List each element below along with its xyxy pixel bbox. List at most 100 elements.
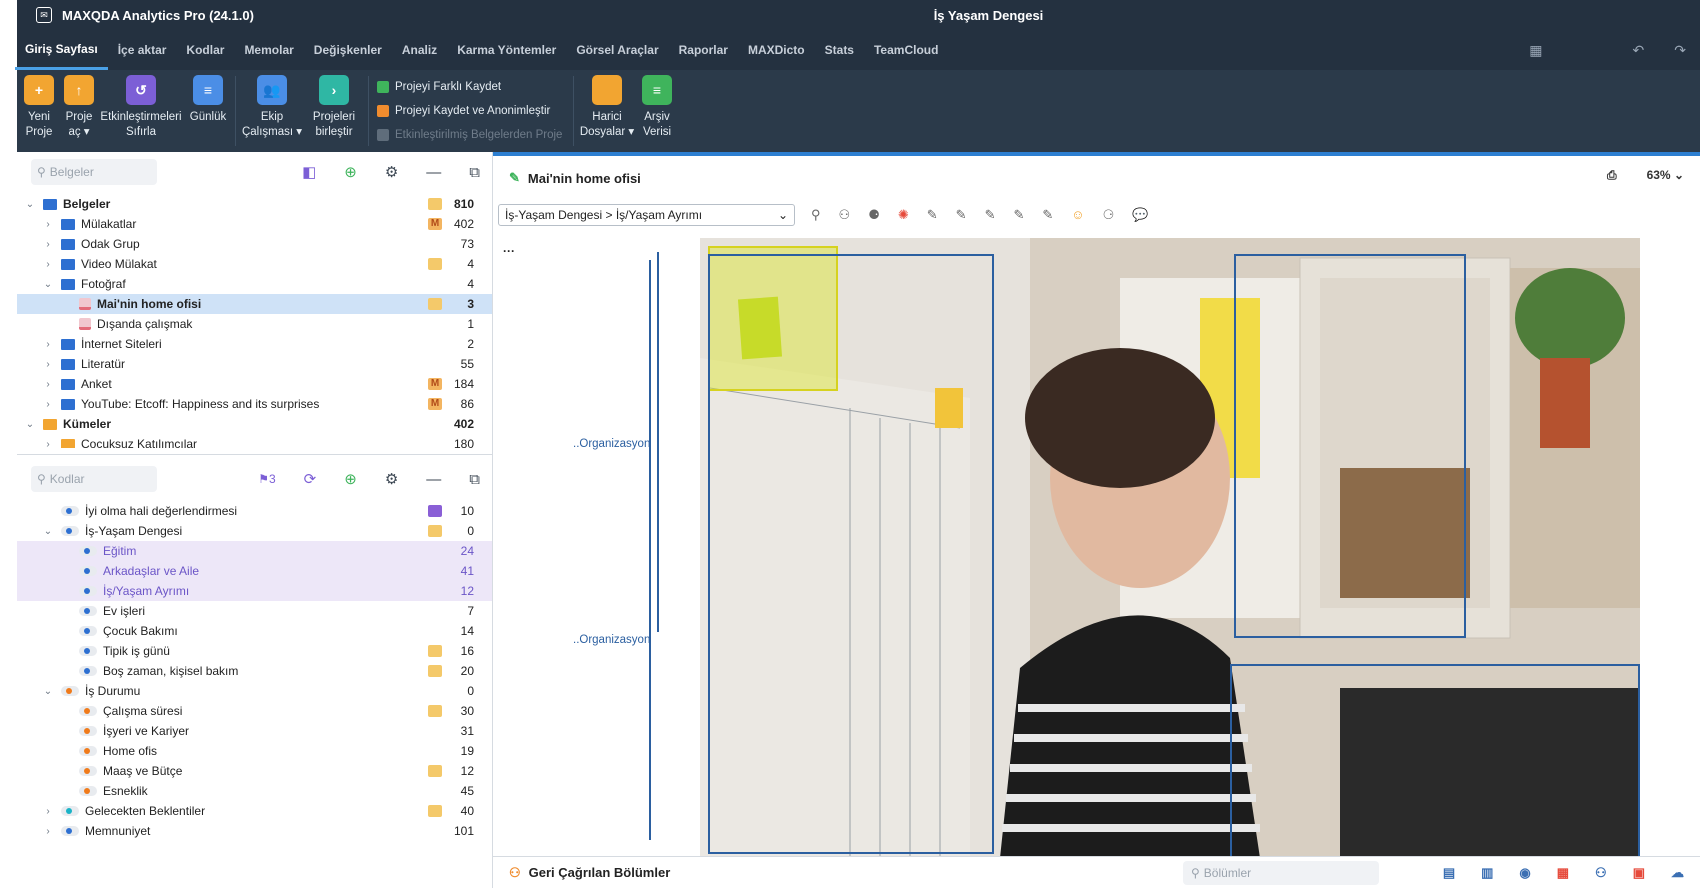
- segments-search[interactable]: ⚲ Bölümler: [1183, 860, 1379, 885]
- document-row[interactable]: ⌄ Kümeler 402: [17, 414, 492, 434]
- export-icon[interactable]: ▤: [1443, 865, 1455, 881]
- code-row[interactable]: İş/Yaşam Ayrımı 12: [17, 581, 492, 601]
- gear-icon[interactable]: ⚙: [385, 163, 398, 181]
- document-row[interactable]: Mai'nin home ofisi 3: [17, 294, 492, 314]
- undo-icon[interactable]: ↶: [1633, 42, 1645, 59]
- pen-icon[interactable]: ✎: [985, 207, 996, 223]
- calendar-icon[interactable]: ▦: [1529, 42, 1542, 59]
- expand-arrow-icon[interactable]: ⌄: [23, 199, 37, 210]
- external-files-button[interactable]: Harici Dosyalar ▾: [578, 70, 636, 140]
- tab-7[interactable]: Görsel Araçlar: [566, 30, 668, 70]
- print-icon[interactable]: ⎙: [1607, 168, 1617, 183]
- open-project-button[interactable]: ↑ Proje aç ▾: [61, 70, 97, 140]
- code-options-icon[interactable]: ⟳: [304, 470, 317, 488]
- tab-1[interactable]: İçe aktar: [108, 30, 177, 70]
- code-row[interactable]: Çalışma süresi 30: [17, 701, 492, 721]
- document-row[interactable]: › Odak Grup 73: [17, 234, 492, 254]
- coded-area-frame[interactable]: [1230, 664, 1640, 858]
- expand-arrow-icon[interactable]: ›: [41, 239, 55, 250]
- tab-3[interactable]: Memolar: [234, 30, 303, 70]
- uncode-icon[interactable]: ⚆: [1103, 207, 1115, 223]
- activated-codes-icon[interactable]: ⚑3: [258, 472, 275, 486]
- codes-search[interactable]: ⚲ Kodlar: [31, 466, 157, 492]
- document-row[interactable]: ⌄ Belgeler 810: [17, 194, 492, 214]
- document-row[interactable]: › Mülakatlar M 402: [17, 214, 492, 234]
- pen-icon[interactable]: ✎: [956, 207, 967, 223]
- segment-label[interactable]: ..Organizasyon: [573, 438, 650, 450]
- code-row[interactable]: ⌄ İş-Yaşam Dengesi 0: [17, 521, 492, 541]
- coded-area-frame[interactable]: [1234, 254, 1466, 638]
- minimize-icon[interactable]: —: [426, 471, 441, 488]
- emoji-icon[interactable]: ☺: [1071, 207, 1084, 223]
- document-row[interactable]: › Çocuksuz Katılımcılar 180: [17, 434, 492, 448]
- document-row[interactable]: › Literatür 55: [17, 354, 492, 374]
- tab-8[interactable]: Raporlar: [669, 30, 738, 70]
- code-row[interactable]: Eğitim 24: [17, 541, 492, 561]
- project-from-activated-button[interactable]: Etkinleştirilmiş Belgelerden Proje: [377, 125, 569, 145]
- reset-activations-button[interactable]: ↺ Etkinleştirmeleri Sıfırla: [97, 70, 185, 140]
- redo-icon[interactable]: ↷: [1674, 42, 1686, 59]
- pen-icon[interactable]: ✎: [1042, 207, 1053, 223]
- code-multi-icon[interactable]: ⚈: [868, 207, 880, 223]
- document-icon[interactable]: ▥: [1481, 865, 1493, 881]
- code-path-select[interactable]: İş-Yaşam Dengesi > İş/Yaşam Ayrımı ⌄: [498, 204, 795, 226]
- expand-arrow-icon[interactable]: ⌄: [41, 686, 55, 697]
- coded-area-frame[interactable]: [708, 254, 994, 854]
- code-row[interactable]: Arkadaşlar ve Aile 41: [17, 561, 492, 581]
- code-row[interactable]: Tipik iş günü 16: [17, 641, 492, 661]
- cloud-icon[interactable]: ☁: [1671, 865, 1684, 881]
- code-row[interactable]: İyi olma hali değerlendirmesi 10: [17, 501, 492, 521]
- expand-arrow-icon[interactable]: ›: [41, 339, 55, 350]
- tab-9[interactable]: MAXDicto: [738, 30, 815, 70]
- code-row[interactable]: Çocuk Bakımı 14: [17, 621, 492, 641]
- tab-0[interactable]: Giriş Sayfası: [15, 30, 108, 70]
- gear-icon[interactable]: ⚙: [385, 470, 398, 488]
- pen-icon[interactable]: ✎: [927, 207, 938, 223]
- zoom-select[interactable]: 63% ⌄: [1647, 168, 1684, 183]
- comment-icon[interactable]: ◉: [1519, 865, 1530, 881]
- expand-arrow-icon[interactable]: ›: [41, 219, 55, 230]
- expand-arrow-icon[interactable]: ›: [41, 399, 55, 410]
- merge-projects-button[interactable]: › Projeleri birleştir: [304, 70, 364, 140]
- comment-icon[interactable]: 💬: [1132, 207, 1148, 223]
- documents-search[interactable]: ⚲ Belgeler: [31, 159, 157, 185]
- segment-label[interactable]: ..Organizasyon: [573, 634, 650, 646]
- add-document-icon[interactable]: ⊕: [344, 163, 357, 181]
- document-row[interactable]: › Video Mülakat 4: [17, 254, 492, 274]
- document-row[interactable]: › YouTube: Etcoff: Happiness and its surp…: [17, 394, 492, 414]
- expand-arrow-icon[interactable]: ⌄: [23, 419, 37, 430]
- pen-icon[interactable]: ✎: [1013, 207, 1024, 223]
- code-row[interactable]: › Gelecekten Beklentiler 40: [17, 801, 492, 821]
- new-project-button[interactable]: + Yeni Proje: [17, 70, 61, 140]
- document-row[interactable]: ⌄ Fotoğraf 4: [17, 274, 492, 294]
- document-image[interactable]: [700, 238, 1640, 858]
- undock-icon[interactable]: ⧉: [469, 164, 480, 181]
- code-icon[interactable]: ⚇: [1595, 865, 1607, 881]
- undock-icon[interactable]: ⧉: [469, 471, 480, 488]
- document-options-icon[interactable]: ◧: [302, 163, 316, 181]
- code-row[interactable]: › Memnuniyet 101: [17, 821, 492, 841]
- code-row[interactable]: ⌄ İş Durumu 0: [17, 681, 492, 701]
- expand-arrow-icon[interactable]: ⌄: [41, 526, 55, 537]
- add-code-icon[interactable]: ⊕: [344, 470, 357, 488]
- archive-data-button[interactable]: ≡ Arşiv Verisi: [636, 70, 678, 140]
- document-row[interactable]: Dışanda çalışmak 1: [17, 314, 492, 334]
- tab-10[interactable]: Stats: [815, 30, 864, 70]
- save-anonymize-button[interactable]: Projeyi Kaydet ve Anonimleştir: [377, 101, 569, 121]
- expand-arrow-icon[interactable]: ›: [41, 439, 55, 449]
- pin-icon[interactable]: ⚲: [811, 207, 821, 223]
- code-icon[interactable]: ⚇: [839, 207, 851, 223]
- expand-arrow-icon[interactable]: ›: [41, 359, 55, 370]
- expand-arrow-icon[interactable]: ⌄: [41, 279, 55, 290]
- code-row[interactable]: Esneklik 45: [17, 781, 492, 801]
- tab-2[interactable]: Kodlar: [176, 30, 234, 70]
- expand-arrow-icon[interactable]: ›: [41, 259, 55, 270]
- tab-6[interactable]: Karma Yöntemler: [447, 30, 566, 70]
- highlight-red-icon[interactable]: ✺: [898, 207, 909, 223]
- document-row[interactable]: › İnternet Siteleri 2: [17, 334, 492, 354]
- document-row[interactable]: › Anket M 184: [17, 374, 492, 394]
- report-icon[interactable]: ▣: [1633, 865, 1645, 881]
- code-row[interactable]: Boş zaman, kişisel bakım 20: [17, 661, 492, 681]
- tab-11[interactable]: TeamCloud: [864, 30, 948, 70]
- excel-icon[interactable]: ▦: [1557, 865, 1569, 881]
